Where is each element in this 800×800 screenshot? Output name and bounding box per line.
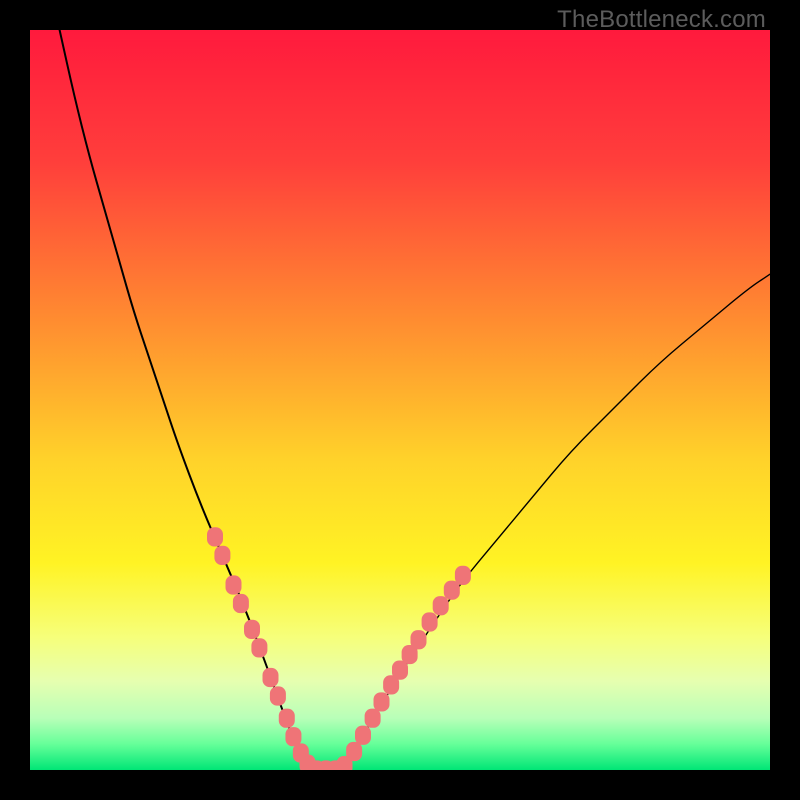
dot-left-dots [207, 527, 223, 546]
dot-left-dots [263, 668, 279, 687]
chart-svg [30, 30, 770, 770]
gradient-background [30, 30, 770, 770]
dot-left-dots [270, 686, 286, 705]
dot-right-dots [374, 692, 390, 711]
dot-left-dots [251, 638, 267, 657]
dot-right-dots [422, 612, 438, 631]
dot-left-dots [233, 594, 249, 613]
dot-left-dots [226, 575, 242, 594]
chart-frame: TheBottleneck.com [0, 0, 800, 800]
dot-right-dots [365, 709, 381, 728]
dot-left-dots [285, 727, 301, 746]
plot-area [30, 30, 770, 770]
dot-right-dots [455, 566, 471, 585]
dot-left-dots [279, 709, 295, 728]
dot-right-dots [433, 596, 449, 615]
dot-right-dots [444, 581, 460, 600]
dot-left-dots [244, 620, 260, 639]
dot-right-dots [411, 630, 427, 649]
dot-right-dots [355, 726, 371, 745]
dot-left-dots [214, 546, 230, 565]
dot-right-dots [346, 742, 362, 761]
